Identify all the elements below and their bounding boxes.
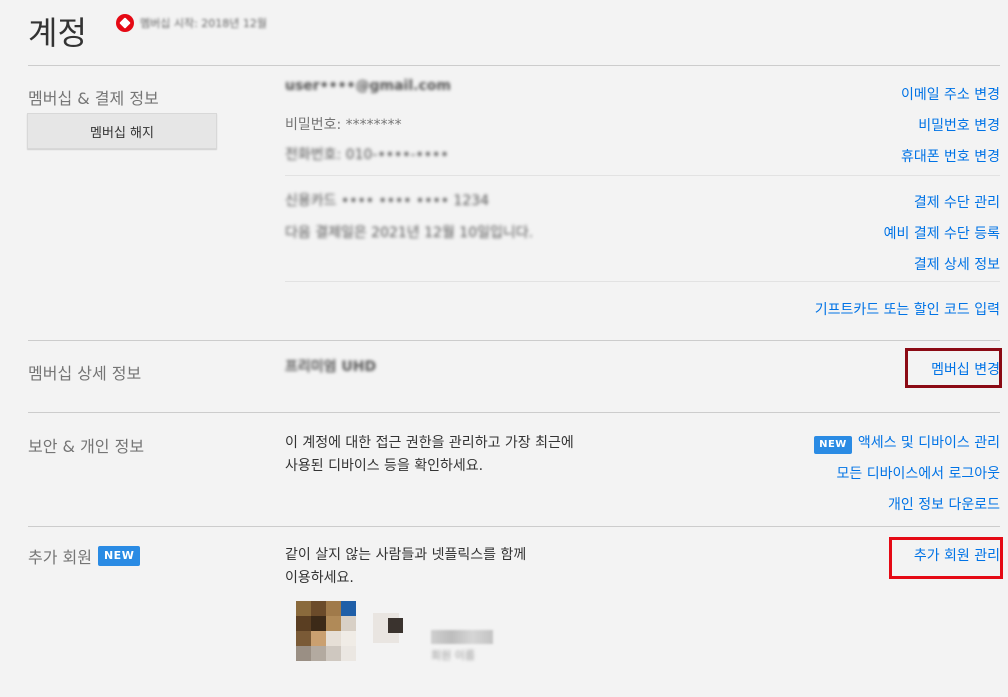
change-phone-link[interactable]: 휴대폰 번호 변경 xyxy=(901,146,1000,166)
cancel-membership-button[interactable]: 멤버십 해지 xyxy=(27,113,217,149)
divider xyxy=(28,65,1000,66)
profile-image-blur xyxy=(388,618,403,633)
account-password: 비밀번호: ******** xyxy=(285,117,402,133)
change-password-link[interactable]: 비밀번호 변경 xyxy=(918,115,1000,135)
extra-member-label: 추가 회원 xyxy=(28,548,92,567)
avatar[interactable] xyxy=(296,601,356,661)
member-since-text: 멤버십 시작: 2018년 12월 xyxy=(140,17,268,30)
billing-details-link[interactable]: 결제 상세 정보 xyxy=(914,254,1000,274)
sign-out-all-link[interactable]: 모든 디바이스에서 로그아웃 xyxy=(837,463,1000,483)
phone-value: 전화번호: 010-••••-•••• xyxy=(285,147,449,163)
card-value: 신용카드 •••• •••• •••• 1234 xyxy=(285,193,490,209)
inner-divider xyxy=(285,175,1000,176)
extra-member-description-line2: 이용하세요. xyxy=(285,570,354,586)
download-info-link[interactable]: 개인 정보 다운로드 xyxy=(888,494,1000,514)
divider xyxy=(28,526,1000,527)
profile-name-blur xyxy=(431,630,493,644)
section-label-membership-billing: 멤버십 & 결제 정보 xyxy=(28,89,159,108)
profile-name: 회원 이름 xyxy=(431,649,475,662)
security-description-line2: 사용된 디바이스 등을 확인하세요. xyxy=(285,458,484,474)
gift-card-link[interactable]: 기프트카드 또는 할인 코드 입력 xyxy=(815,299,1000,319)
member-since: 멤버십 시작: 2018년 12월 xyxy=(116,14,267,32)
plan-value: 프리미엄 UHD xyxy=(285,359,377,375)
security-description-line1: 이 계정에 대한 접근 권한을 관리하고 가장 최근에 xyxy=(285,435,574,451)
new-badge: NEW xyxy=(97,546,141,566)
section-label-extra-member: 추가 회원 NEW xyxy=(28,544,141,568)
divider xyxy=(28,340,1000,341)
membership-since-icon xyxy=(116,14,134,32)
account-email: user••••@gmail.com xyxy=(285,78,451,94)
change-plan-link[interactable]: 멤버십 변경 xyxy=(931,359,1000,379)
access-devices-label: 액세스 및 디바이스 관리 xyxy=(857,435,1000,451)
access-devices-link[interactable]: NEW 액세스 및 디바이스 관리 xyxy=(814,432,1000,454)
new-badge: NEW xyxy=(814,436,852,454)
manage-extra-member-link[interactable]: 추가 회원 관리 xyxy=(914,545,1000,565)
section-label-security: 보안 & 개인 정보 xyxy=(28,437,145,456)
extra-member-description-line1: 같이 살지 않는 사람들과 넷플릭스를 함께 xyxy=(285,547,527,563)
manage-payment-link[interactable]: 결제 수단 관리 xyxy=(914,192,1000,212)
page-title: 계정 xyxy=(28,14,87,52)
divider xyxy=(28,412,1000,413)
payment-card: 신용카드 •••• •••• •••• 1234 xyxy=(285,190,489,210)
account-phone: 전화번호: 010-••••-•••• xyxy=(285,144,449,164)
backup-payment-link[interactable]: 예비 결제 수단 등록 xyxy=(884,223,1000,243)
change-email-link[interactable]: 이메일 주소 변경 xyxy=(901,84,1000,104)
section-label-plan-details: 멤버십 상세 정보 xyxy=(28,364,142,383)
next-billing-date: 다음 결제일은 2021년 12월 10일입니다. xyxy=(285,225,534,241)
inner-divider xyxy=(285,281,1000,282)
